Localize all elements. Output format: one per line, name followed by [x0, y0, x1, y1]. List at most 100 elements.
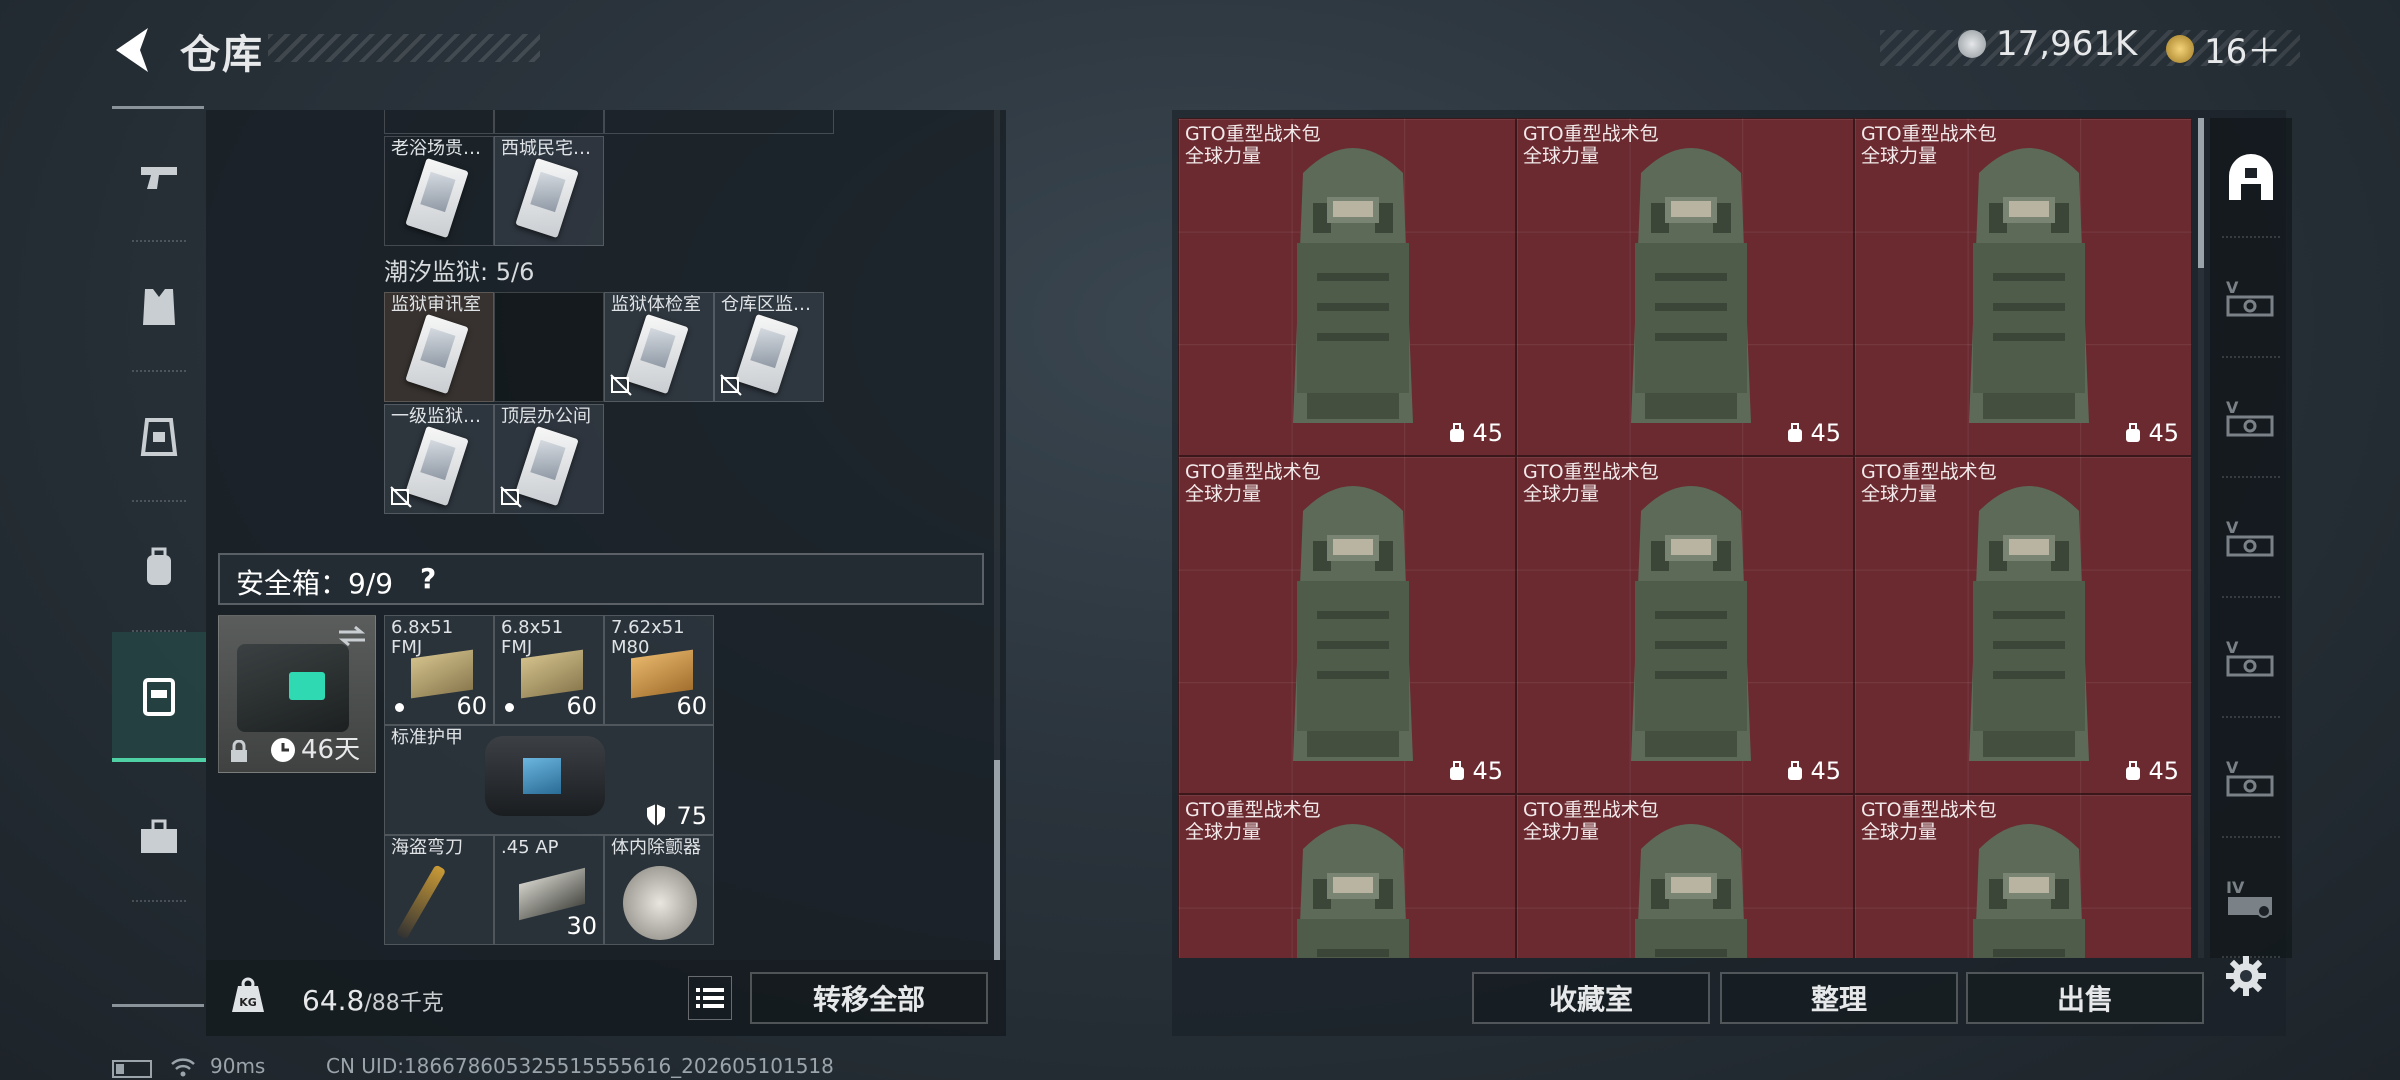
silver-coin-icon	[1958, 30, 1986, 58]
back-arrow-icon[interactable]	[108, 22, 156, 78]
backpack-item[interactable]: GTO重型战术包 全球力量	[1178, 794, 1516, 958]
gold-coin-icon	[2166, 34, 2194, 63]
sealed-icon	[500, 486, 522, 508]
stash-scroll-thumb[interactable]	[994, 760, 1000, 960]
container-tab-v1[interactable]: V	[2210, 238, 2292, 358]
keycard-item[interactable]: 监狱审讯室	[384, 292, 494, 402]
keycard-icon	[405, 313, 469, 395]
keycard-icon	[405, 157, 469, 239]
currency-main-value: 17,961K	[1996, 24, 2138, 64]
safe-case-item[interactable]: 46天	[218, 615, 376, 773]
stash-cell[interactable]	[384, 110, 494, 134]
melee-item[interactable]: 海盗弯刀	[384, 835, 494, 945]
keycard-item[interactable]: 监狱体检室	[604, 292, 714, 402]
keycard-item[interactable]: 顶层办公间	[494, 404, 604, 514]
svg-text:IV: IV	[2226, 878, 2245, 897]
category-safe-case[interactable]	[112, 632, 206, 762]
keycard-item[interactable]: 一级监狱…	[384, 404, 494, 514]
transfer-all-button[interactable]: 转移全部	[750, 972, 988, 1024]
collection-room-button[interactable]: 收藏室	[1472, 972, 1710, 1024]
container-tab-v4[interactable]: V	[2210, 598, 2292, 718]
safe-box-label: 安全箱：9/9	[236, 567, 394, 600]
v-card-icon: V	[2226, 278, 2274, 317]
backpack-capacity: 45	[2124, 419, 2179, 447]
defibrillator-icon	[623, 866, 697, 940]
backpack-icon	[1631, 486, 1751, 761]
backpack-item-brand: 全球力量	[1861, 821, 1938, 843]
stash-cell[interactable]	[604, 110, 834, 134]
backpack-item[interactable]: GTO重型战术包 全球力量 45	[1854, 456, 2192, 794]
empty-slot[interactable]	[494, 292, 604, 402]
swap-icon[interactable]	[337, 624, 367, 648]
keycard-icon	[515, 425, 579, 507]
keycard-item[interactable]: 仓库区监…	[714, 292, 824, 402]
armor-item[interactable]: 标准护甲 75	[384, 725, 714, 835]
container-tab-v5[interactable]: V	[2210, 718, 2292, 838]
weight-kg-icon: KG	[232, 977, 264, 1012]
v-card-icon: V	[2226, 758, 2274, 797]
backpack-capacity-value: 45	[1472, 757, 1503, 785]
backpack-item-brand: 全球力量	[1523, 483, 1600, 505]
backpack-capacity-value: 45	[1810, 757, 1841, 785]
ammo-item[interactable]: 6.8x51 FMJ 60	[494, 615, 604, 725]
loaded-dot	[505, 703, 514, 712]
container-tab-v3[interactable]: V	[2210, 478, 2292, 598]
safe-box-help-button[interactable]: ?	[420, 562, 436, 595]
backpack-item[interactable]: GTO重型战术包 全球力量 45	[1178, 118, 1516, 456]
weight-current: 64.8	[302, 984, 365, 1017]
container-tab-home[interactable]	[2210, 118, 2292, 238]
backpack-item[interactable]: GTO重型战术包 全球力量 45	[1516, 118, 1854, 456]
sell-button[interactable]: 出售	[1966, 972, 2204, 1024]
category-armor[interactable]	[112, 242, 206, 372]
backpack-capacity: 45	[1448, 757, 1503, 785]
stash-cell[interactable]	[494, 110, 604, 134]
backpack-item-name: GTO重型战术包	[1185, 461, 1321, 483]
currency-secondary: 16＋	[2166, 24, 2281, 73]
backpack-item-brand: 全球力量	[1523, 145, 1600, 167]
pistol-icon	[141, 167, 177, 189]
svg-text:V: V	[2226, 278, 2239, 297]
backpack-grid[interactable]: GTO重型战术包 全球力量 45 GTO重型战术包 全球力量 45 GTO重型战术包 全球力量…	[1178, 118, 2192, 958]
battery-icon	[112, 1060, 152, 1078]
keycard-icon	[405, 425, 469, 507]
backpack-icon	[1973, 824, 2085, 958]
backpack-item[interactable]: GTO重型战术包 全球力量	[1854, 794, 2192, 958]
backpack-item-brand: 全球力量	[1523, 821, 1600, 843]
ammo-item[interactable]: .45 AP 30	[494, 835, 604, 945]
svg-text:V: V	[2226, 518, 2239, 537]
container-tab-v2[interactable]: V	[2210, 358, 2292, 478]
category-weapons[interactable]	[112, 112, 206, 242]
backpack-item[interactable]: GTO重型战术包 全球力量 45	[1178, 456, 1516, 794]
defibrillator-item[interactable]: 体内除颤器	[604, 835, 714, 945]
category-toolbox[interactable]	[112, 772, 206, 902]
backpack-icon	[147, 547, 171, 585]
page-title: 仓库	[180, 32, 264, 78]
weight-max: /88千克	[364, 991, 444, 1016]
settings-gear-icon[interactable]	[2224, 954, 2268, 998]
category-sidebar	[112, 106, 206, 1006]
backpack-item-name: GTO重型战术包	[1523, 461, 1659, 483]
weight-display: 64.8/88千克	[302, 984, 444, 1017]
keycard-icon	[515, 157, 579, 239]
category-chest-rig[interactable]	[112, 372, 206, 502]
sort-button[interactable]: 整理	[1720, 972, 1958, 1024]
backpack-capacity: 45	[1448, 419, 1503, 447]
container-tab-iv[interactable]: IV	[2210, 838, 2292, 958]
backpack-item[interactable]: GTO重型战术包 全球力量	[1516, 794, 1854, 958]
backpack-item-name: GTO重型战术包	[1523, 799, 1659, 821]
backpack-item-brand: 全球力量	[1185, 483, 1262, 505]
backpack-item[interactable]: GTO重型战术包 全球力量 45	[1854, 118, 2192, 456]
container-scroll-thumb[interactable]	[2198, 118, 2204, 268]
currency-main: 17,961K	[1958, 24, 2137, 64]
list-view-button[interactable]	[688, 976, 732, 1020]
shield-icon	[647, 804, 665, 826]
backpack-item-name: GTO重型战术包	[1185, 123, 1321, 145]
keycard-item[interactable]: 老浴场贵…	[384, 136, 494, 246]
ammo-item[interactable]: 6.8x51 FMJ 60	[384, 615, 494, 725]
category-backpack[interactable]	[112, 502, 206, 632]
keycard-item[interactable]: 西城民宅…	[494, 136, 604, 246]
currency-secondary-value: 16＋	[2204, 32, 2282, 72]
backpack-item[interactable]: GTO重型战术包 全球力量 45	[1516, 456, 1854, 794]
ammo-item[interactable]: 7.62x51 M80 60	[604, 615, 714, 725]
backpack-item-brand: 全球力量	[1185, 821, 1262, 843]
